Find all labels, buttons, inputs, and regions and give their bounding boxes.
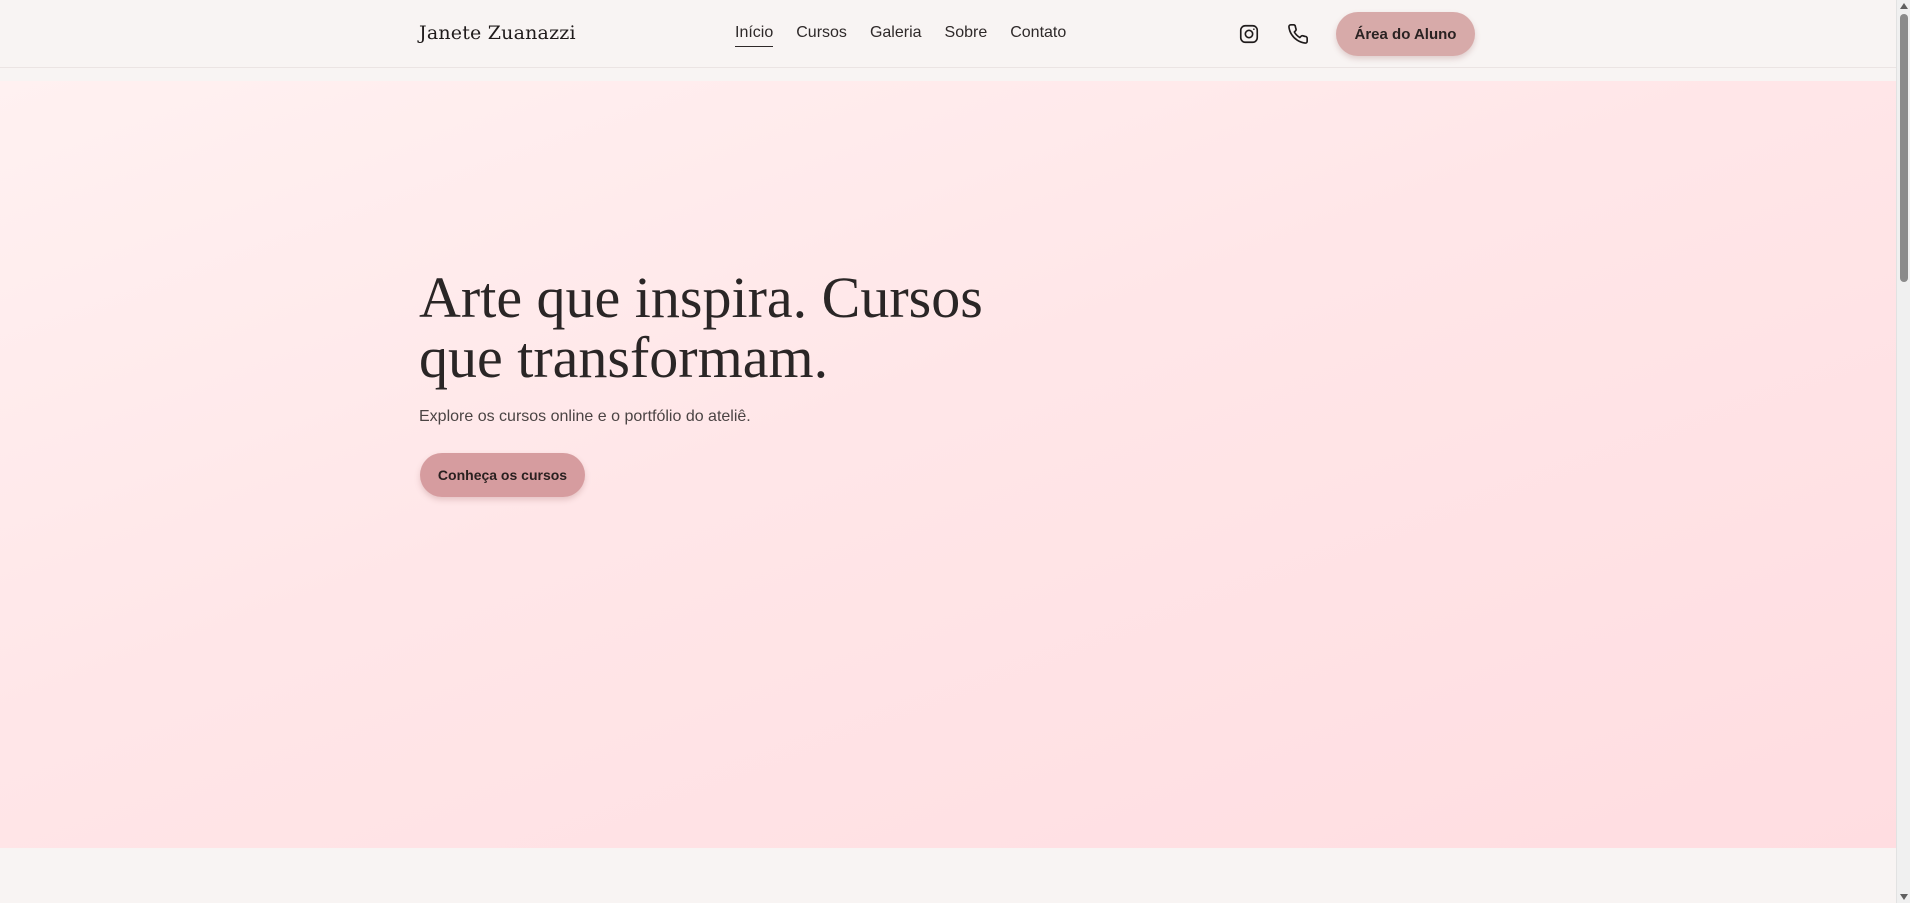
content: Janete Zuanazzi Início Cursos Galeria So… (0, 0, 1896, 903)
site-header: Janete Zuanazzi Início Cursos Galeria So… (0, 0, 1896, 68)
scroll-down-arrow-icon[interactable] (1900, 894, 1908, 900)
nav-item-cursos[interactable]: Cursos (796, 24, 847, 47)
explore-courses-button[interactable]: Conheça os cursos (420, 453, 585, 497)
nav-item-galeria[interactable]: Galeria (870, 24, 922, 47)
page-scrollbar[interactable] (1896, 0, 1910, 903)
nav-item-contato[interactable]: Contato (1010, 24, 1066, 47)
scroll-up-arrow-icon[interactable] (1900, 3, 1908, 9)
nav-item-inicio[interactable]: Início (735, 24, 774, 47)
nav-item-sobre[interactable]: Sobre (945, 24, 988, 47)
next-section-edge (0, 848, 1896, 903)
brand-logo-text[interactable]: Janete Zuanazzi (419, 22, 576, 44)
student-area-button[interactable]: Área do Aluno (1336, 12, 1475, 56)
hero-section (0, 81, 1896, 848)
instagram-icon[interactable] (1237, 22, 1261, 46)
hero-subtitle: Explore os cursos online e o portfólio d… (419, 408, 751, 425)
main-nav: Início Cursos Galeria Sobre Contato (735, 24, 1089, 47)
phone-icon[interactable] (1286, 22, 1310, 46)
page: Janete Zuanazzi Início Cursos Galeria So… (0, 0, 1910, 903)
hero-title: Arte que inspira. Cursos que transformam… (419, 265, 983, 390)
scrollbar-thumb[interactable] (1900, 14, 1908, 282)
